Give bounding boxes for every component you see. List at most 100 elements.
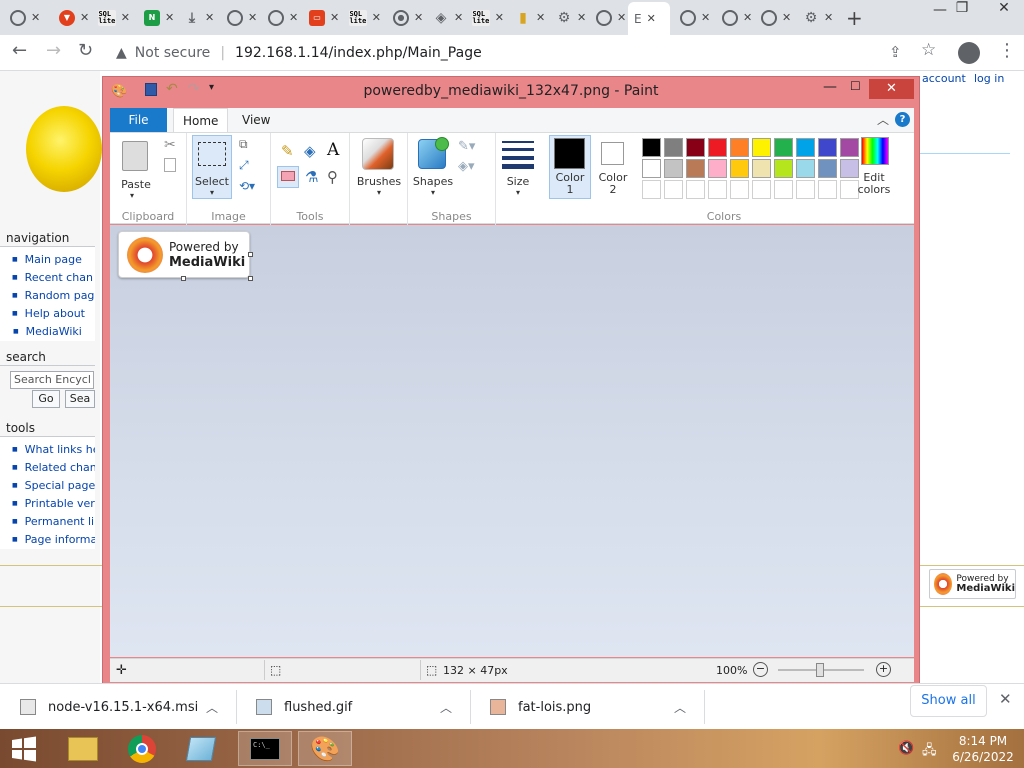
palette-swatch[interactable] — [796, 159, 815, 178]
browser-tab[interactable]: ▭ ✕ — [303, 4, 341, 31]
color-picker-icon[interactable]: ⚗ — [305, 168, 318, 186]
crop-icon[interactable]: ⧉ — [239, 137, 248, 152]
palette-swatch[interactable] — [774, 138, 793, 157]
close-tab-icon[interactable]: ✕ — [248, 11, 257, 24]
size-dropdown-icon[interactable]: ▾ — [496, 188, 540, 197]
new-tab-button[interactable]: + — [846, 6, 863, 30]
help-icon[interactable]: ? — [895, 112, 910, 127]
shapes-label[interactable]: Shapes — [408, 175, 458, 188]
browser-tab[interactable]: N ✕ — [138, 4, 176, 31]
outline-icon[interactable]: ✎▾ — [458, 139, 475, 154]
palette-swatch[interactable] — [708, 159, 727, 178]
nav-link[interactable]: Random pag — [12, 287, 95, 305]
maximize-window-button[interactable]: ❐ — [942, 0, 982, 22]
color2-number[interactable]: 2 — [592, 183, 634, 196]
custom-color-slot[interactable] — [796, 180, 815, 199]
back-arrow-icon[interactable]: ← — [12, 40, 27, 61]
browser-tab[interactable]: SQL lite ✕ — [92, 4, 130, 31]
zoom-in-button[interactable]: + — [876, 662, 891, 677]
forward-arrow-icon[interactable]: → — [46, 40, 61, 61]
palette-swatch[interactable] — [686, 159, 705, 178]
tool-link[interactable]: Permanent li — [12, 513, 95, 531]
close-tab-icon[interactable]: ✕ — [454, 11, 463, 24]
download-item[interactable]: fat-lois.png ︿ — [470, 684, 704, 730]
collapse-ribbon-icon[interactable]: ︿ — [877, 111, 889, 128]
close-tab-icon[interactable]: ✕ — [121, 11, 130, 24]
resize-handle-right[interactable] — [248, 252, 253, 257]
close-tab-icon[interactable]: ✕ — [80, 11, 89, 24]
browser-tab-active[interactable]: E ✕ — [628, 2, 670, 35]
start-button[interactable] — [0, 731, 48, 766]
browser-tab[interactable]: ▮ ✕ — [509, 4, 547, 31]
close-tab-icon[interactable]: ✕ — [372, 11, 381, 24]
close-tab-icon[interactable]: ✕ — [165, 11, 174, 24]
cut-icon[interactable]: ✂ — [164, 137, 176, 153]
powered-by-mediawiki-badge[interactable]: Powered by MediaWiki — [929, 569, 1016, 599]
close-tab-icon[interactable]: ✕ — [330, 11, 339, 24]
custom-color-slot[interactable] — [730, 180, 749, 199]
paint-taskbar[interactable]: 🎨 — [298, 731, 352, 766]
fill-bucket-icon[interactable]: ◈ — [304, 142, 316, 160]
browser-tab[interactable]: ⚙ ✕ — [797, 4, 835, 31]
browser-tab[interactable]: ✕ — [262, 4, 300, 31]
login-link[interactable]: log in — [974, 72, 1004, 85]
pencil-icon[interactable]: ✎ — [281, 142, 294, 160]
browser-tab[interactable]: ✕ — [716, 4, 754, 31]
palette-swatch[interactable] — [730, 159, 749, 178]
file-tab[interactable]: File — [110, 108, 167, 132]
browser-tab[interactable]: ✕ — [221, 4, 259, 31]
browser-tab[interactable]: ● ✕ — [387, 4, 425, 31]
menu-kebab-icon[interactable]: ⋮ — [998, 40, 1016, 61]
browser-tab[interactable]: ▼ ✕ — [53, 4, 91, 31]
browser-tab[interactable]: ✕ — [674, 4, 712, 31]
volume-muted-icon[interactable]: 🔇 — [898, 741, 914, 756]
palette-swatch[interactable] — [642, 138, 661, 157]
custom-color-slot[interactable] — [686, 180, 705, 199]
color2-swatch[interactable] — [601, 142, 624, 165]
browser-tab[interactable]: ⚙ ✕ — [550, 4, 588, 31]
close-tab-icon[interactable]: ✕ — [495, 11, 504, 24]
close-tab-icon[interactable]: ✕ — [617, 11, 626, 24]
paste-dropdown-icon[interactable]: ▾ — [130, 191, 134, 200]
paste-label[interactable]: Paste — [116, 178, 156, 191]
browser-tab[interactable]: ✕ — [590, 4, 628, 31]
network-icon[interactable]: 🖧 — [922, 741, 937, 763]
edit-colors-icon[interactable] — [861, 137, 889, 165]
warning-icon[interactable]: ▲ — [116, 45, 127, 61]
security-label[interactable]: Not secure — [135, 45, 211, 61]
nav-link[interactable]: MediaWiki — [12, 323, 95, 341]
tool-link[interactable]: Related chan — [12, 459, 95, 477]
paint-maximize-button[interactable]: ☐ — [850, 79, 861, 93]
close-tab-icon[interactable]: ✕ — [414, 11, 423, 24]
palette-swatch[interactable] — [774, 159, 793, 178]
copy-icon[interactable] — [164, 158, 176, 172]
rotate-icon[interactable]: ⟲▾ — [239, 179, 255, 193]
close-tab-icon[interactable]: ✕ — [824, 11, 833, 24]
wiki-search-input[interactable]: Search Encycl — [10, 371, 94, 389]
tool-link[interactable]: Page informa — [12, 531, 95, 549]
chrome-taskbar[interactable] — [115, 731, 169, 766]
close-tab-icon[interactable]: ✕ — [782, 11, 791, 24]
home-tab[interactable]: Home — [173, 108, 229, 132]
browser-tab[interactable]: ✕ — [4, 4, 42, 31]
edit-colors-label-2[interactable]: colors — [850, 183, 898, 196]
chevron-up-icon[interactable]: ︿ — [674, 699, 686, 716]
fill-icon[interactable]: ◈▾ — [458, 159, 475, 174]
custom-color-slot[interactable] — [708, 180, 727, 199]
bookmark-star-icon[interactable]: ☆ — [921, 40, 936, 60]
palette-swatch[interactable] — [686, 138, 705, 157]
chevron-up-icon[interactable]: ︿ — [206, 699, 218, 716]
close-tab-icon[interactable]: ✕ — [743, 11, 752, 24]
zoom-out-button[interactable]: − — [753, 662, 768, 677]
browser-tab[interactable]: SQL lite ✕ — [343, 4, 381, 31]
browser-tab[interactable]: ✕ — [755, 4, 793, 31]
custom-color-slot[interactable] — [642, 180, 661, 199]
close-tab-icon[interactable]: ✕ — [647, 12, 656, 25]
close-tab-icon[interactable]: ✕ — [577, 11, 586, 24]
close-tab-icon[interactable]: ✕ — [289, 11, 298, 24]
palette-swatch[interactable] — [664, 138, 683, 157]
nav-link[interactable]: Main page — [12, 251, 95, 269]
download-item[interactable]: node-v16.15.1-x64.msi ︿ — [0, 684, 236, 730]
profile-avatar[interactable] — [958, 42, 980, 64]
custom-color-slot[interactable] — [818, 180, 837, 199]
